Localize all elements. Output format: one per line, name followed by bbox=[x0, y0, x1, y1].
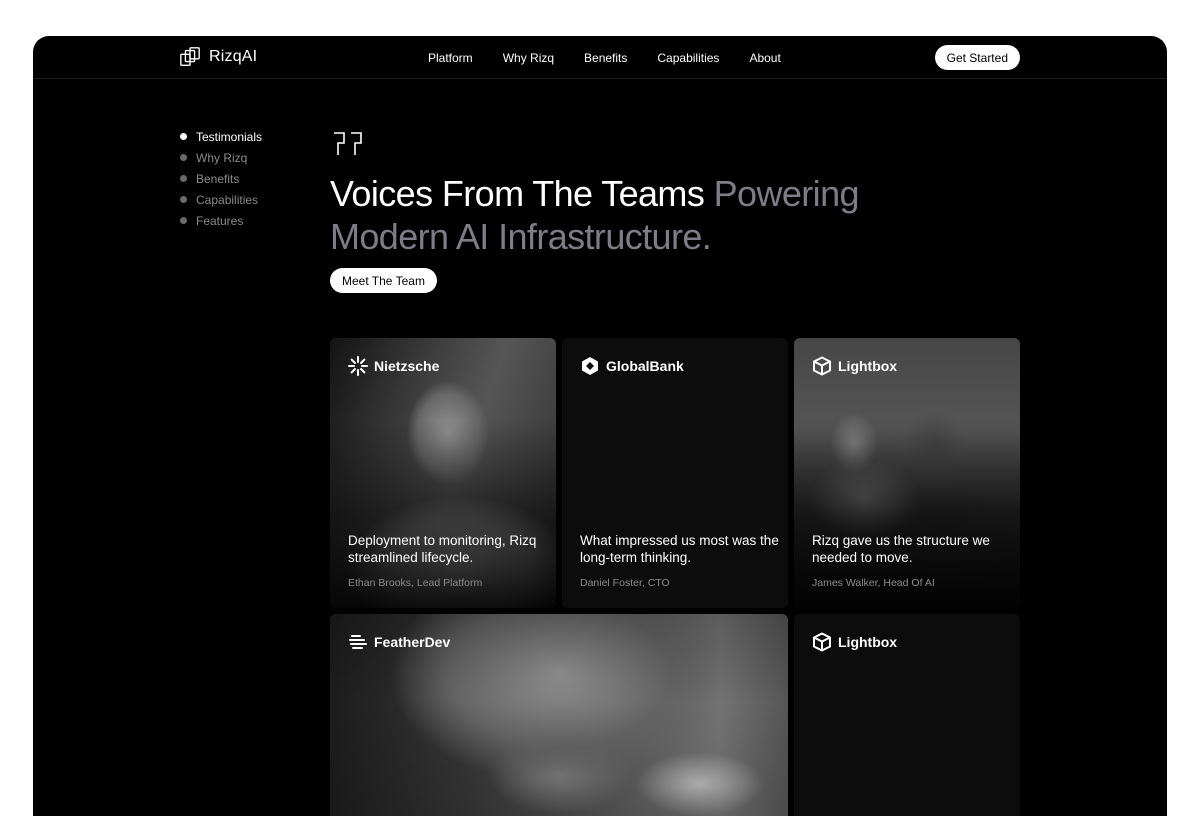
section-nav-label: Testimonials bbox=[196, 129, 263, 144]
meet-the-team-button[interactable]: Meet The Team bbox=[330, 268, 437, 293]
dot-icon bbox=[180, 154, 187, 161]
page-frame: RizqAI Platform Why Rizq Benefits Capabi… bbox=[33, 36, 1167, 816]
company-logo: Lightbox bbox=[812, 632, 897, 652]
testimonial-card[interactable]: Nietzsche Deployment to monitoring, Rizq… bbox=[330, 338, 556, 608]
nav-link-about[interactable]: About bbox=[749, 51, 780, 65]
nav-links: Platform Why Rizq Benefits Capabilities … bbox=[428, 51, 781, 65]
testimonial-card[interactable]: FeatherDev bbox=[330, 614, 788, 816]
section-nav-benefits[interactable]: Benefits bbox=[180, 168, 262, 189]
cube-icon bbox=[813, 356, 831, 376]
dot-icon bbox=[180, 196, 187, 203]
testimonial-card[interactable]: GlobalBank What impressed us most was th… bbox=[562, 338, 788, 608]
logo-icon bbox=[180, 47, 200, 66]
testimonial-quote: Deployment to monitoring, Rizq streamlin… bbox=[348, 533, 537, 565]
photo-overlay bbox=[794, 338, 1020, 608]
section-nav-features[interactable]: Features bbox=[180, 210, 262, 231]
nav-link-why-rizq[interactable]: Why Rizq bbox=[503, 51, 554, 65]
photo-overlay bbox=[330, 338, 556, 608]
testimonial-author: Daniel Foster, CTO bbox=[580, 577, 670, 589]
nav-link-benefits[interactable]: Benefits bbox=[584, 51, 627, 65]
company-name: GlobalBank bbox=[606, 358, 684, 374]
feather-stripes-icon bbox=[349, 635, 367, 649]
quote-mark-icon bbox=[334, 132, 362, 155]
company-logo: FeatherDev bbox=[348, 632, 450, 652]
company-name: Nietzsche bbox=[374, 358, 440, 374]
section-nav: Testimonials Why Rizq Benefits Capabilit… bbox=[180, 126, 262, 231]
logo-text: RizqAI bbox=[209, 48, 258, 65]
testimonial-card[interactable]: Lightbox Rizq gave us the structure we n… bbox=[794, 338, 1020, 608]
company-logo: Lightbox bbox=[812, 356, 897, 376]
company-logo: GlobalBank bbox=[580, 356, 684, 376]
section-nav-label: Capabilities bbox=[196, 192, 259, 207]
nav-link-capabilities[interactable]: Capabilities bbox=[657, 51, 719, 65]
logo[interactable]: RizqAI bbox=[179, 46, 257, 68]
section-nav-label: Features bbox=[196, 213, 244, 228]
section-nav-capabilities[interactable]: Capabilities bbox=[180, 189, 262, 210]
hexagon-icon bbox=[582, 357, 598, 375]
company-logo: Nietzsche bbox=[348, 356, 439, 376]
section-heading: Voices From The Teams Powering Modern AI… bbox=[330, 172, 890, 258]
nav-link-platform[interactable]: Platform bbox=[428, 51, 473, 65]
dot-icon bbox=[180, 217, 187, 224]
company-name: FeatherDev bbox=[374, 634, 451, 650]
testimonial-author: James Walker, Head Of AI bbox=[812, 577, 935, 589]
active-dot-icon bbox=[180, 133, 187, 140]
testimonial-quote: Rizq gave us the structure we needed to … bbox=[812, 533, 990, 565]
dot-icon bbox=[180, 175, 187, 182]
cube-icon bbox=[813, 632, 831, 652]
section-nav-label: Why Rizq bbox=[196, 150, 248, 165]
company-name: Lightbox bbox=[838, 358, 898, 374]
heading-primary: Voices From The Teams bbox=[330, 173, 705, 214]
testimonial-author: Ethan Brooks, Lead Platform bbox=[348, 577, 483, 589]
get-started-button[interactable]: Get Started bbox=[934, 45, 1020, 70]
testimonial-card[interactable]: Lightbox bbox=[794, 614, 1020, 816]
company-name: Lightbox bbox=[838, 634, 898, 650]
sunburst-icon bbox=[348, 356, 368, 376]
section-nav-testimonials[interactable]: Testimonials bbox=[180, 126, 262, 147]
section-nav-why-rizq[interactable]: Why Rizq bbox=[180, 147, 262, 168]
testimonial-quote: What impressed us most was the long-term… bbox=[580, 533, 779, 565]
top-nav: RizqAI Platform Why Rizq Benefits Capabi… bbox=[33, 36, 1167, 79]
section-nav-label: Benefits bbox=[196, 171, 240, 186]
